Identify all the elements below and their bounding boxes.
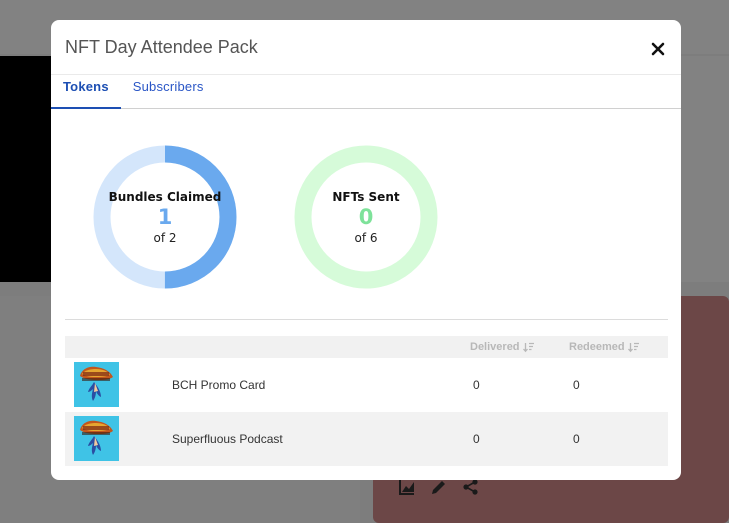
delivered-column-header[interactable]: Delivered (470, 341, 535, 353)
close-icon[interactable] (650, 41, 666, 57)
section-divider (65, 319, 668, 320)
stat-value: 0 (358, 204, 374, 229)
share-icon (462, 478, 480, 496)
redeemed-count: 0 (573, 432, 580, 446)
modal-title: NFT Day Attendee Pack (65, 36, 258, 57)
redeemed-column-header[interactable]: Redeemed (569, 341, 640, 353)
sort-icon (522, 342, 534, 352)
bundles-claimed-chart: Bundles Claimed 1 of 2 (93, 145, 237, 289)
stat-total: of 2 (153, 230, 177, 245)
attendee-pack-modal: NFT Day Attendee Pack Tokens Subscribers… (51, 20, 681, 480)
sort-icon (627, 342, 639, 352)
stat-label: NFTs Sent (332, 189, 400, 204)
modal-tabs: Tokens Subscribers (51, 74, 681, 109)
delivered-count: 0 (473, 432, 480, 446)
table-row[interactable]: BCH Promo Card 0 0 (65, 358, 668, 412)
chart-icon (398, 478, 416, 496)
table-row[interactable]: Superfluous Podcast 0 0 (65, 412, 668, 466)
table-header: Delivered Redeemed (65, 336, 668, 358)
nft-thumbnail-icon (74, 416, 119, 461)
nfts-sent-chart: NFTs Sent 0 of 6 (294, 145, 438, 289)
stat-label: Bundles Claimed (108, 189, 222, 204)
redeemed-count: 0 (573, 378, 580, 392)
stat-total: of 6 (354, 230, 378, 245)
modal-header: NFT Day Attendee Pack (51, 20, 681, 74)
stat-value: 1 (157, 204, 173, 229)
background-card (681, 56, 729, 282)
tab-tokens[interactable]: Tokens (51, 73, 121, 109)
tab-subscribers[interactable]: Subscribers (121, 73, 216, 108)
token-name: Superfluous Podcast (172, 432, 283, 446)
background-media-panel (0, 56, 52, 282)
token-name: BCH Promo Card (172, 378, 266, 392)
nft-thumbnail-icon (74, 362, 119, 407)
delivered-count: 0 (473, 378, 480, 392)
edit-icon (430, 478, 448, 496)
tokens-table: Delivered Redeemed BCH Promo Card 0 0 Su… (65, 336, 668, 466)
background-card-actions (398, 478, 480, 496)
